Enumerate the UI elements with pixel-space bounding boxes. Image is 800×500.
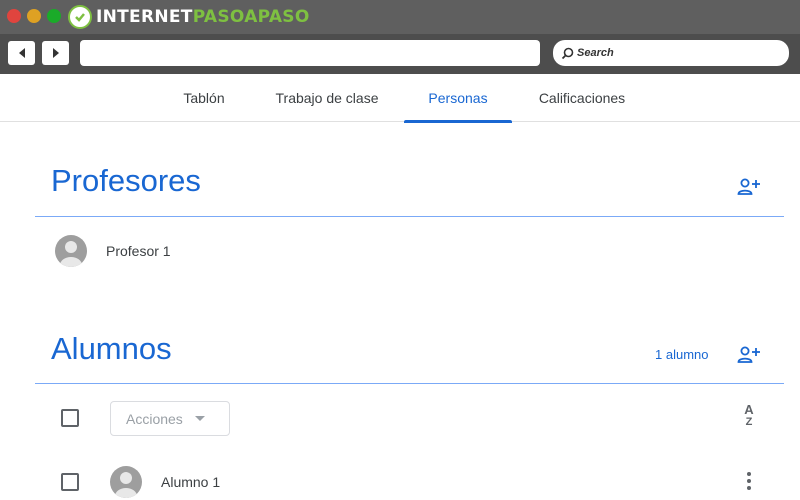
tab-personas[interactable]: Personas	[404, 74, 512, 123]
classroom-tabs: Tablón Trabajo de clase Personas Calific…	[0, 74, 800, 123]
back-button[interactable]	[8, 41, 35, 65]
forward-arrow-icon	[52, 48, 59, 58]
close-window-button[interactable]	[7, 9, 21, 23]
browser-search-input[interactable]: Search	[553, 40, 789, 66]
tab-trabajo-de-clase[interactable]: Trabajo de clase	[262, 74, 392, 122]
person-add-icon	[737, 178, 760, 195]
students-heading: Alumnos	[51, 331, 172, 366]
tab-tablon[interactable]: Tablón	[170, 74, 238, 122]
student-checkbox[interactable]	[61, 473, 79, 491]
site-logo: INTERNETPASOAPASO	[68, 4, 310, 30]
student-name: Alumno 1	[161, 474, 221, 490]
actions-dropdown[interactable]: Acciones	[110, 401, 230, 436]
forward-button[interactable]	[42, 41, 69, 65]
search-icon	[561, 47, 574, 59]
minimize-window-button[interactable]	[27, 9, 41, 23]
teacher-name: Profesor 1	[106, 243, 171, 259]
maximize-window-button[interactable]	[47, 9, 61, 23]
teachers-divider	[35, 216, 784, 217]
search-placeholder: Search	[577, 47, 614, 59]
logo-text: INTERNETPASOAPASO	[96, 7, 310, 27]
select-all-checkbox[interactable]	[61, 409, 79, 427]
window-titlebar: INTERNETPASOAPASO	[0, 0, 800, 34]
invite-teacher-button[interactable]	[735, 175, 763, 199]
browser-toolbar: Search	[0, 34, 800, 74]
sort-az-icon[interactable]: AZ	[737, 403, 761, 428]
tab-calificaciones[interactable]: Calificaciones	[524, 74, 640, 122]
logo-mark-icon	[68, 5, 92, 29]
avatar	[55, 235, 87, 267]
logo-text-green: PASOAPASO	[192, 7, 310, 27]
user-placeholder-icon	[115, 472, 137, 498]
chevron-down-icon	[194, 416, 205, 421]
address-bar[interactable]	[80, 40, 540, 66]
teachers-heading: Profesores	[51, 163, 201, 198]
student-count: 1 alumno	[655, 347, 709, 362]
invite-student-button[interactable]	[735, 343, 763, 367]
students-divider	[35, 383, 784, 384]
more-options-icon[interactable]	[740, 470, 758, 492]
back-arrow-icon	[18, 48, 25, 58]
user-placeholder-icon	[60, 241, 82, 267]
person-add-icon	[737, 346, 760, 363]
avatar	[110, 466, 142, 498]
logo-text-white: INTERNET	[96, 7, 193, 27]
actions-label: Acciones	[126, 410, 183, 427]
